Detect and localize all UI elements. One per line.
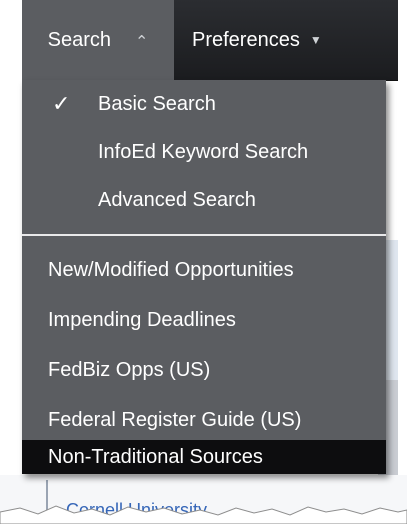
nav-tab-search-label: Search (47, 28, 111, 51)
nav-tab-preferences-label: Preferences (192, 28, 300, 51)
menu-item-infoed-keyword-search[interactable]: InfoEd Keyword Search (22, 128, 386, 176)
checkmark-icon: ✓ (52, 91, 71, 116)
menu-item-advanced-search[interactable]: Advanced Search (22, 176, 386, 224)
screenshot: Cornell University Search ⌄ Preferences … (0, 0, 407, 524)
menu-item-new-modified-opportunities[interactable]: New/Modified Opportunities (22, 246, 386, 294)
menu-item-basic-search[interactable]: ✓ Basic Search (22, 80, 386, 128)
chevron-down-icon: ▼ (309, 33, 322, 47)
menu-item-federal-register-guide[interactable]: Federal Register Guide (US) (22, 396, 386, 444)
menu-item-label: Federal Register Guide (US) (48, 408, 302, 431)
chevron-up-icon: ⌄ (134, 31, 149, 48)
menu-divider (22, 234, 386, 236)
menu-item-non-traditional-sources[interactable]: Non-Traditional Sources (22, 440, 386, 474)
torn-edge (0, 505, 407, 524)
search-dropdown-menu: ✓ Basic Search InfoEd Keyword Search Adv… (22, 80, 386, 474)
menu-item-label: FedBiz Opps (US) (48, 358, 211, 381)
menu-item-label: Basic Search (98, 92, 216, 115)
menu-item-impending-deadlines[interactable]: Impending Deadlines (22, 296, 386, 344)
top-nav-bar: Search ⌄ Preferences ▼ (22, 0, 398, 81)
menu-item-label: New/Modified Opportunities (48, 258, 294, 281)
menu-item-label: Impending Deadlines (48, 308, 236, 331)
nav-tab-preferences[interactable]: Preferences ▼ (192, 0, 322, 80)
menu-item-label: Non-Traditional Sources (48, 445, 263, 468)
menu-item-label: InfoEd Keyword Search (98, 140, 309, 163)
menu-item-fedbiz-opps[interactable]: FedBiz Opps (US) (22, 346, 386, 394)
menu-item-label: Advanced Search (98, 188, 256, 211)
nav-tab-search[interactable]: Search ⌄ (22, 0, 174, 80)
